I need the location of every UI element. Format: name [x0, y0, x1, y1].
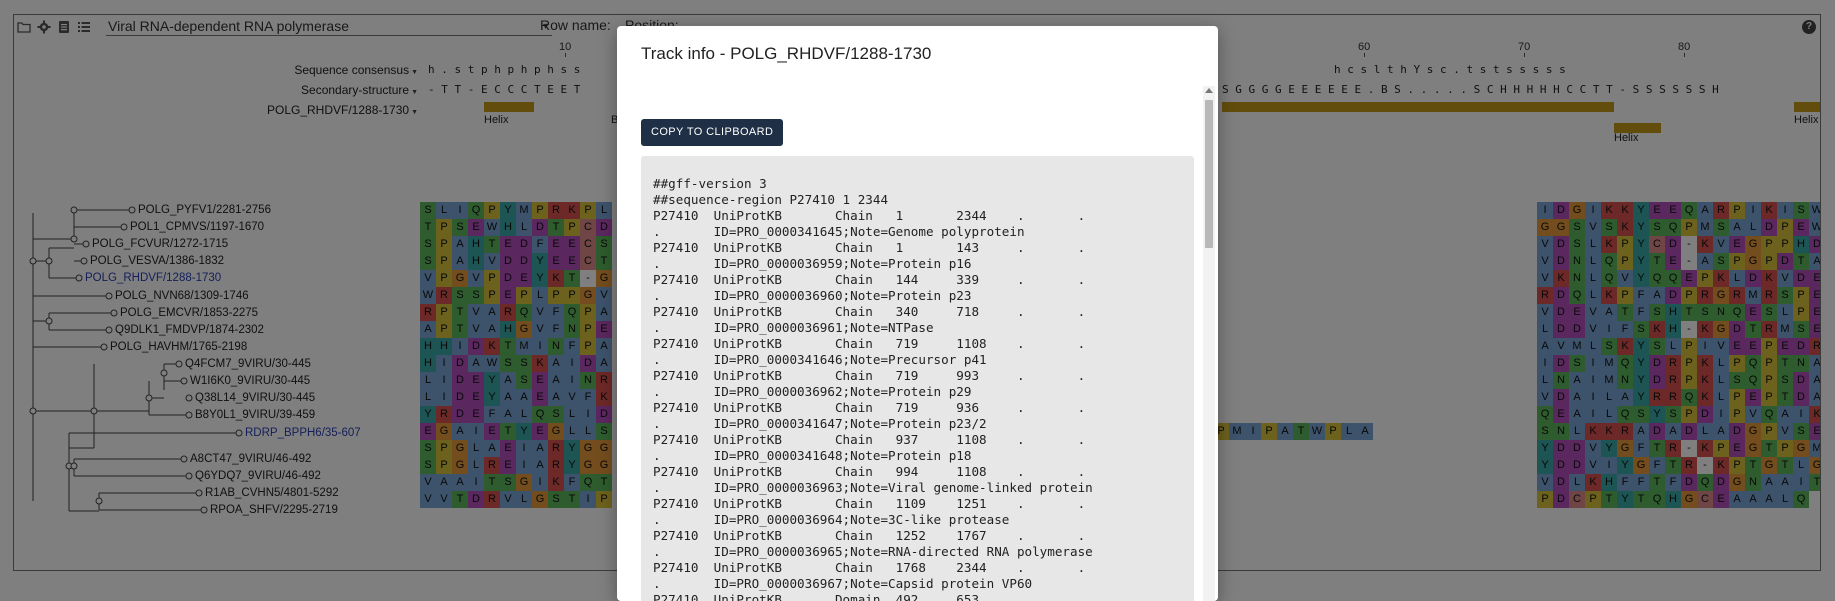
gff-text: ##gff-version 3 ##sequence-region P27410…	[653, 176, 1093, 601]
track-info-dialog: Track info - POLG_RHDVF/1288-1730 COPY T…	[617, 26, 1218, 601]
scroll-up-arrow-icon[interactable]	[1205, 88, 1213, 93]
copy-to-clipboard-button[interactable]: COPY TO CLIPBOARD	[641, 119, 784, 146]
msa-viewer-app: Viral RNA-dependent RNA polymerase ▼ Row…	[0, 0, 1835, 601]
dialog-scrollbar[interactable]	[1203, 86, 1215, 601]
gff-code-box: ##gff-version 3 ##sequence-region P27410…	[641, 156, 1194, 601]
dialog-content[interactable]: COPY TO CLIPBOARD ##gff-version 3 ##sequ…	[617, 86, 1218, 601]
scrollbar-thumb[interactable]	[1205, 100, 1213, 248]
dialog-title: Track info - POLG_RHDVF/1288-1730	[641, 44, 932, 63]
